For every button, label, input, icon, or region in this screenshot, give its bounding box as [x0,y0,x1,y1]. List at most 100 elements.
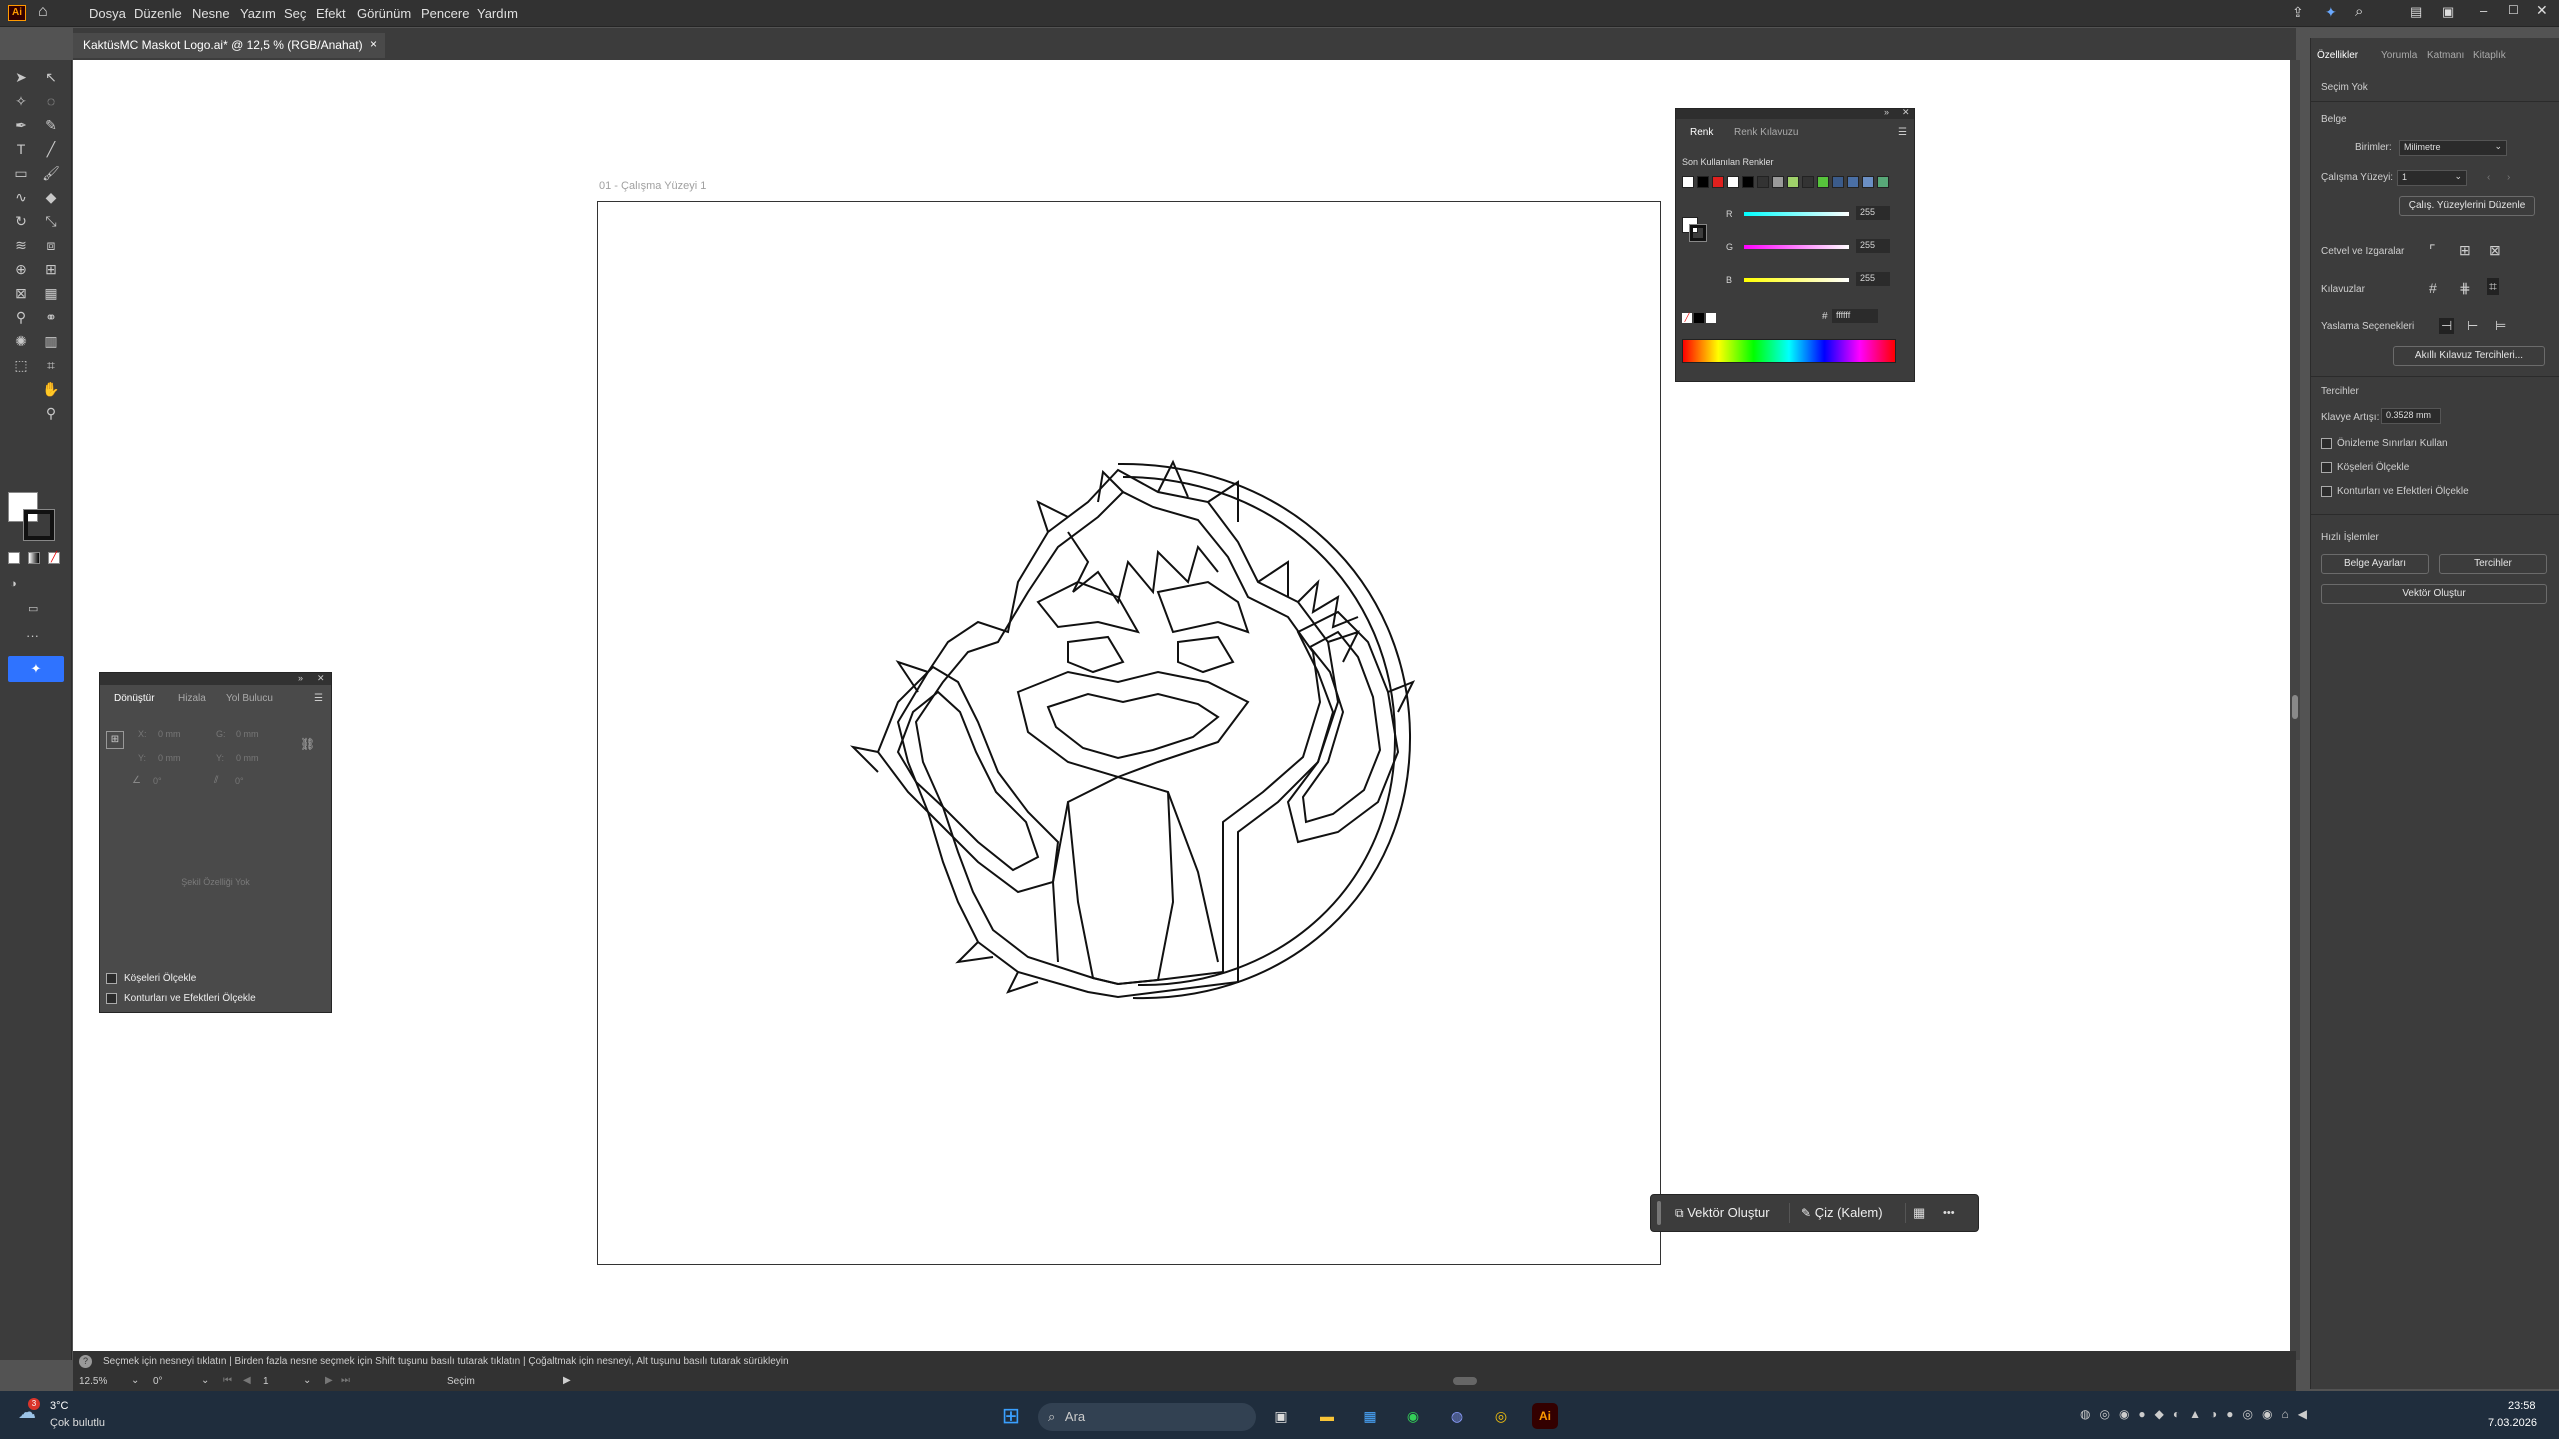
smart-guides-icon[interactable]: ⌗ [2487,278,2499,295]
stroke-indicator[interactable] [1689,224,1707,242]
artboard-tool-icon[interactable]: ⬚ [10,354,32,376]
slice-tool-icon[interactable]: ⌗ [40,354,62,376]
line-tool-icon[interactable]: ╱ [40,138,62,160]
artboard-chevron-icon[interactable]: ⌄ [303,1375,311,1386]
notification-icon[interactable]: ✦ [2325,4,2343,22]
file-explorer-icon[interactable]: ▬ [1314,1403,1340,1429]
lasso-tool-icon[interactable]: ◌ [40,90,62,112]
taskbar-search[interactable]: ⌕ Ara [1038,1403,1256,1431]
direct-selection-tool-icon[interactable]: ↖ [40,66,62,88]
tab-interpret[interactable]: Yorumla [2381,50,2417,61]
vectorize-button[interactable]: ⧉ Vektör Oluştur [1671,1201,1781,1225]
curvature-tool-icon[interactable]: ✎ [40,114,62,136]
color-mode-icon[interactable] [8,552,20,564]
hand-tool-icon[interactable]: ✋ [40,378,62,400]
recent-color-swatch[interactable] [1772,176,1784,188]
menu-duzenle[interactable]: Düzenle [134,6,182,21]
pen-tool-icon[interactable]: ✒ [10,114,32,136]
tab-align[interactable]: Hizala [178,693,206,704]
menu-efekt[interactable]: Efekt [316,6,346,21]
panel-menu-icon[interactable]: ☰ [1898,127,1907,138]
artboard-number[interactable]: 1 [263,1376,269,1387]
edit-artboards-button[interactable]: Çalış. Yüzeylerini Düzenle [2399,196,2535,216]
prev-artboard-icon[interactable]: ◀ [243,1375,251,1386]
scale-tool-icon[interactable]: ⤡ [40,210,62,232]
hex-value[interactable]: ffffff [1832,309,1878,323]
snap-pixel-icon[interactable]: ⊢ [2467,318,2478,334]
grid-icon[interactable]: ⊞ [2459,242,2471,259]
first-artboard-icon[interactable]: ⏮ [223,1375,232,1386]
tab-pathfinder[interactable]: Yol Bulucu [226,693,273,704]
last-artboard-icon[interactable]: ⏭ [341,1375,350,1386]
shape-builder-tool-icon[interactable]: ⊕ [10,258,32,280]
windows-start-icon[interactable]: ⊞ [998,1403,1024,1429]
recent-color-swatch[interactable] [1682,176,1694,188]
status-arrow-icon[interactable]: ▶ [563,1375,571,1386]
perspective-grid-tool-icon[interactable]: ⊞ [40,258,62,280]
recent-color-swatch[interactable] [1697,176,1709,188]
tray-icons[interactable]: ◍◎◉●◆◐▲◑●◎◉⌂◀ [2080,1407,2460,1427]
gradient-tool-icon[interactable]: ▦ [40,282,62,304]
workspace-icon[interactable]: ▤ [2410,4,2428,22]
task-view-icon[interactable]: ▣ [1268,1403,1294,1429]
h-field[interactable]: 0 mm [234,751,294,766]
y-field[interactable]: 0 mm [156,751,216,766]
preferences-button[interactable]: Tercihler [2439,554,2547,574]
panel-collapse-icon[interactable]: » [298,673,303,683]
recent-color-swatch[interactable] [1802,176,1814,188]
zoom-chevron-icon[interactable]: ⌄ [131,1375,139,1386]
more-tools-icon[interactable]: ··· [26,628,46,643]
scale-strokes-checkbox[interactable] [2321,486,2332,497]
panel-close-icon[interactable]: ✕ [317,673,325,684]
selection-tool-icon[interactable]: ➤ [10,66,32,88]
constrain-proportions-icon[interactable]: ⛓ [300,737,315,755]
prev-artboard-icon[interactable]: ‹ [2487,172,2490,183]
recent-color-swatch[interactable] [1877,176,1889,188]
menu-yardim[interactable]: Yardım [477,6,518,21]
stroke-swatch[interactable] [23,509,55,541]
tab-color[interactable]: Renk [1690,127,1713,138]
scale-corners-checkbox[interactable] [106,973,117,984]
eraser-tool-icon[interactable]: ◆ [40,186,62,208]
maximize-icon[interactable]: ☐ [2508,3,2524,19]
mesh-tool-icon[interactable]: ⊠ [10,282,32,304]
recent-color-swatch[interactable] [1832,176,1844,188]
column-graph-tool-icon[interactable]: ▥ [40,330,62,352]
blend-tool-icon[interactable]: ⚭ [40,306,62,328]
tab-transform[interactable]: Dönüştür [114,693,155,704]
smart-guide-prefs-button[interactable]: Akıllı Kılavuz Tercihleri... [2393,346,2545,366]
paintbrush-tool-icon[interactable]: 🖌 [40,162,62,184]
clock-date[interactable]: 7.03.2026 [2488,1417,2537,1429]
rulers-icon[interactable]: ⌜ [2429,242,2436,259]
b-value[interactable]: 255 [1856,272,1890,286]
chrome-icon[interactable]: ◎ [1488,1403,1514,1429]
minimize-icon[interactable]: – [2480,3,2496,19]
r-slider[interactable] [1744,212,1849,216]
next-artboard-icon[interactable]: › [2507,172,2510,183]
g-slider[interactable] [1744,245,1849,249]
w-field[interactable]: 0 mm [234,727,294,742]
tab-libraries[interactable]: Kitaplık [2473,50,2506,61]
rotate-angle-field[interactable]: 0° [150,775,206,789]
x-field[interactable]: 0 mm [156,727,216,742]
menu-dosya[interactable]: Dosya [89,6,126,21]
vertical-scrollbar[interactable] [2290,60,2300,1360]
snap-point-icon[interactable]: ⊣ [2439,318,2455,334]
home-icon[interactable]: ⌂ [38,3,58,23]
scale-corners-checkbox[interactable] [2321,462,2332,473]
panel-collapse-icon[interactable]: » [1884,107,1889,117]
horizontal-scroll-thumb[interactable] [1453,1377,1477,1385]
shaper-tool-icon[interactable]: ∿ [10,186,32,208]
recent-color-swatch[interactable] [1757,176,1769,188]
black-color-swatch[interactable] [1694,313,1704,323]
image-trace-icon[interactable]: ▦ [1913,1201,1935,1225]
zoom-tool-icon[interactable]: ⚲ [40,402,62,424]
discord-icon[interactable]: ◍ [1444,1403,1470,1429]
document-setup-button[interactable]: Belge Ayarları [2321,554,2429,574]
menu-yazim[interactable]: Yazım [240,6,276,21]
recent-color-swatch[interactable] [1712,176,1724,188]
cactus-mascot-logo[interactable] [598,202,1662,1266]
none-mode-icon[interactable]: ╱ [48,552,60,564]
search-icon[interactable]: ⌕ [2355,3,2373,21]
rotation-chevron-icon[interactable]: ⌄ [201,1375,209,1386]
